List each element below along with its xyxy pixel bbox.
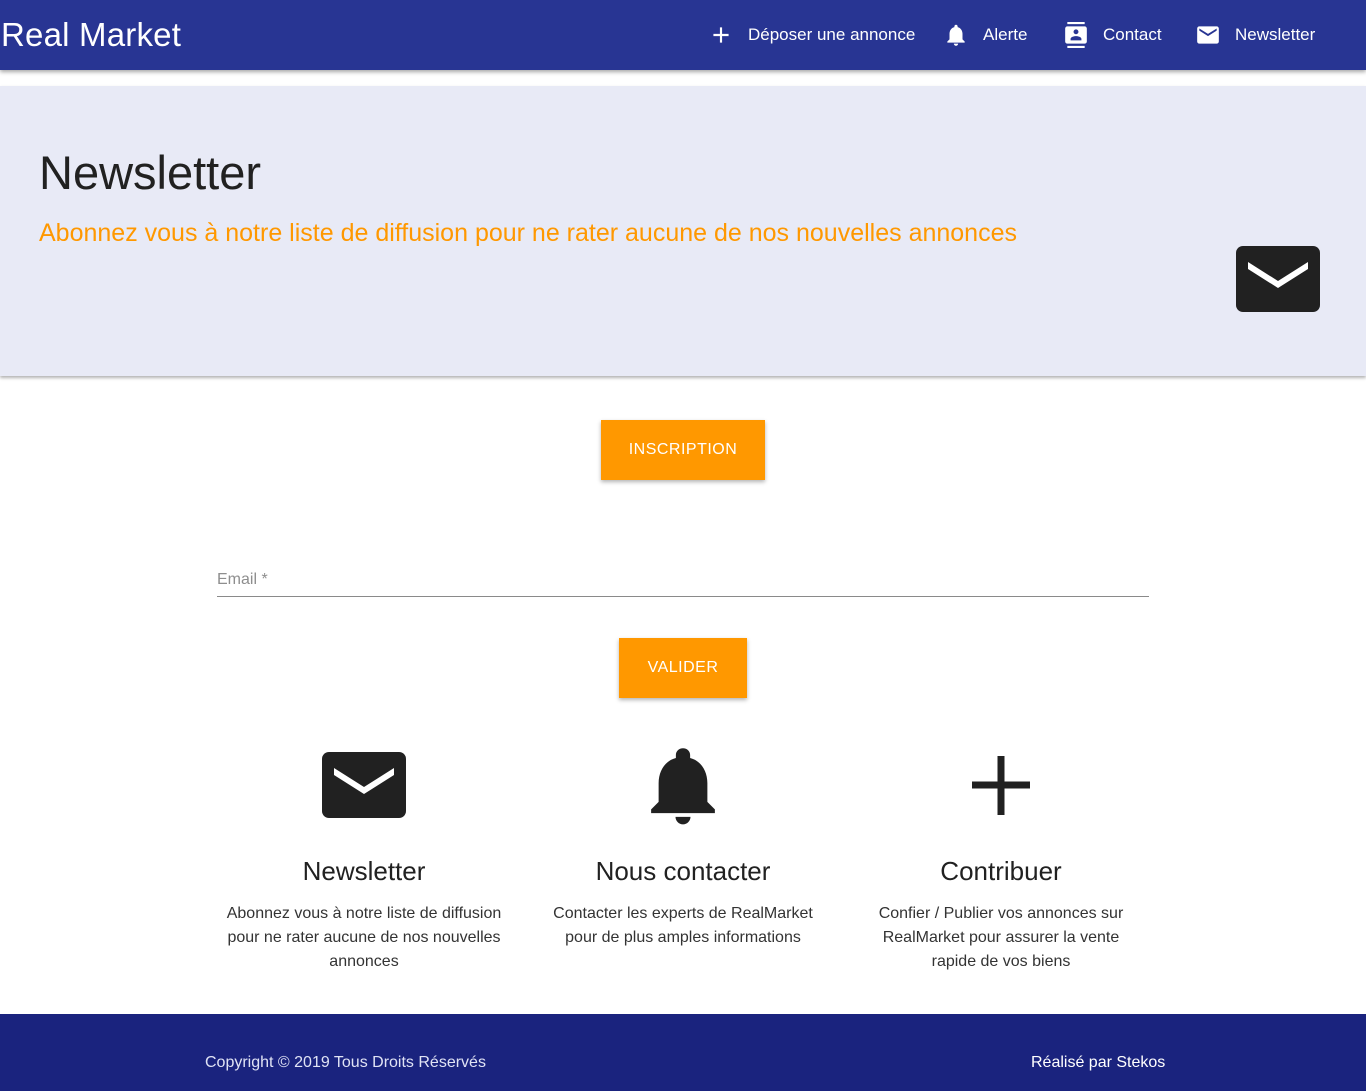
email-field: [217, 556, 1149, 597]
feature-newsletter: Newsletter Abonnez vous à notre liste de…: [214, 740, 514, 974]
nav-item-label: Alerte: [983, 25, 1028, 44]
credit-text: Réalisé par Stekos: [1031, 1054, 1166, 1071]
feature-description: Confier / Publier vos annonces sur RealM…: [878, 905, 1124, 970]
feature-description: Abonnez vous à notre liste de diffusion …: [226, 905, 502, 970]
feature-title: Contribuer: [940, 856, 1062, 886]
nav-item-contact[interactable]: Contact: [1063, 0, 1162, 70]
nav-item-label: Newsletter: [1235, 25, 1316, 44]
inscription-button[interactable]: INSCRIPTION: [601, 420, 765, 480]
nav-item-deposer-annonce[interactable]: Déposer une annonce: [708, 0, 915, 70]
feature-nous-contacter: Nous contacter Contacter les experts de …: [533, 740, 833, 950]
bell-icon: [947, 24, 965, 46]
hero-subtitle: Abonnez vous à notre liste de diffusion …: [39, 219, 1017, 247]
newsletter-hero-banner: Newsletter Abonnez vous à notre liste de…: [0, 86, 1366, 376]
feature-title: Nous contacter: [595, 856, 771, 886]
copyright-text: Copyright © 2019 Tous Droits Réservés: [205, 1054, 486, 1071]
nav-item-alerte[interactable]: Alerte: [943, 0, 1027, 70]
feature-contribuer: Contribuer Confier / Publier vos annonce…: [851, 740, 1151, 974]
feature-description: Contacter les experts de RealMarket pour…: [553, 905, 813, 946]
email-input[interactable]: [217, 556, 1149, 596]
mail-icon: [322, 752, 406, 818]
nav-item-label: Déposer une annonce: [748, 25, 916, 44]
brand-logo-link[interactable]: Real Market: [1, 15, 181, 55]
bell-icon: [651, 748, 715, 825]
page-footer: Copyright © 2019 Tous Droits Réservés Ré…: [0, 1014, 1366, 1091]
top-navbar: Real Market Déposer une annonce Alerte C…: [0, 0, 1366, 70]
page-title: Newsletter: [39, 146, 262, 199]
mail-icon: [1197, 26, 1219, 44]
contact-card-icon: [1065, 22, 1087, 48]
nav-item-label: Contact: [1103, 25, 1162, 44]
plus-icon: [972, 756, 1030, 815]
plus-icon: [713, 27, 729, 43]
feature-title: Newsletter: [302, 856, 426, 886]
valider-button[interactable]: VALIDER: [619, 638, 747, 698]
mail-icon: [1236, 246, 1320, 312]
nav-item-newsletter[interactable]: Newsletter: [1195, 0, 1315, 70]
